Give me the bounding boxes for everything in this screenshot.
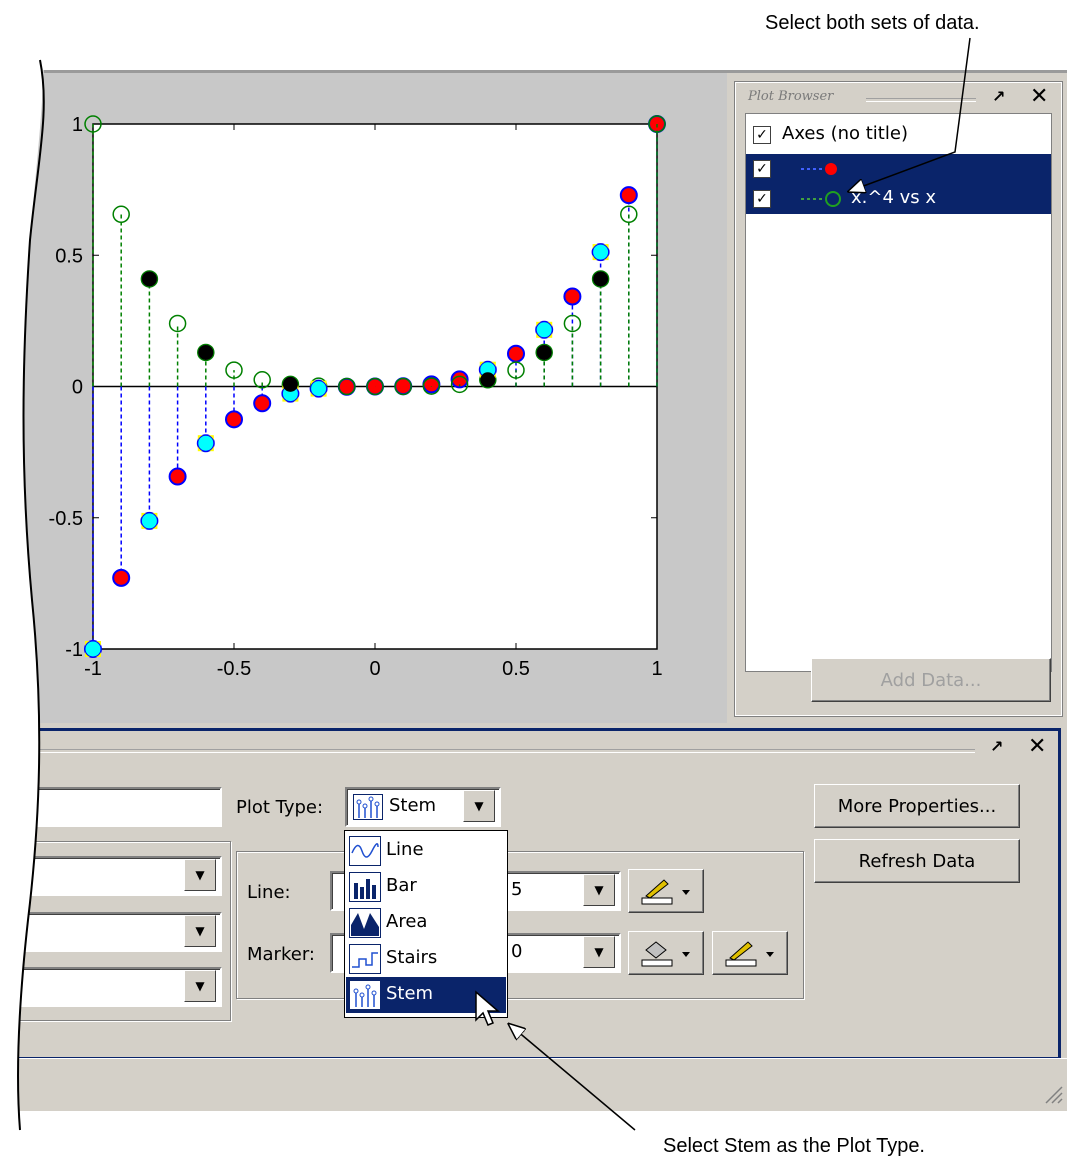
arrow-to-stem <box>510 1025 636 1131</box>
arrow-to-series <box>850 37 971 191</box>
callout-arrows <box>0 37 971 1131</box>
